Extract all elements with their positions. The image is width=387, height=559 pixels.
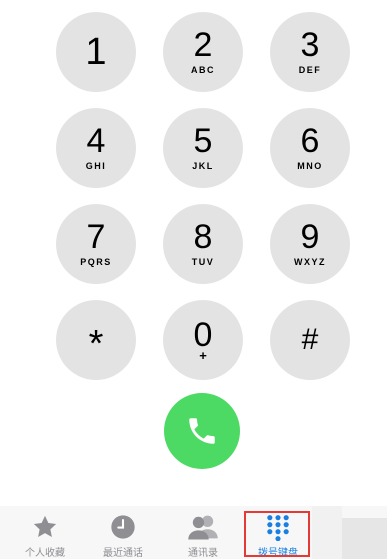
tab-label: 通讯录	[188, 548, 218, 559]
clock-icon	[109, 512, 137, 542]
key-2[interactable]: 2 ABC	[163, 12, 243, 92]
key-digit: 1	[85, 31, 107, 73]
key-digit: 6	[300, 122, 320, 160]
star-icon	[31, 512, 59, 542]
tab-recents[interactable]: 最近通话	[88, 506, 158, 559]
key-3[interactable]: 3 DEF	[270, 12, 350, 92]
phone-icon	[189, 418, 215, 444]
key-digit: *	[88, 323, 104, 365]
call-button[interactable]	[164, 393, 240, 469]
key-digit: 4	[86, 122, 106, 160]
key-letters: JKL	[192, 161, 214, 171]
tab-label: 个人收藏	[25, 548, 65, 559]
key-letters: MNO	[297, 161, 323, 171]
key-4[interactable]: 4 GHI	[56, 108, 136, 188]
key-digit: 2	[193, 26, 213, 64]
key-letters: GHI	[85, 161, 107, 171]
key-5[interactable]: 5 JKL	[163, 108, 243, 188]
tab-favorites[interactable]: 个人收藏	[10, 506, 80, 559]
key-digit: 8	[193, 218, 213, 256]
highlight-box	[244, 511, 310, 557]
key-digit: 7	[86, 218, 106, 256]
contacts-icon	[186, 512, 220, 542]
blur-patch	[312, 506, 342, 559]
key-hash[interactable]: #	[270, 300, 350, 380]
key-8[interactable]: 8 TUV	[163, 204, 243, 284]
tab-contacts[interactable]: 通讯录	[168, 506, 238, 559]
key-letters: PQRS	[80, 257, 112, 267]
key-plus: +	[199, 348, 207, 363]
key-1[interactable]: 1	[56, 12, 136, 92]
key-letters: DEF	[298, 65, 322, 75]
key-digit: 3	[300, 26, 320, 64]
key-star[interactable]: *	[56, 300, 136, 380]
key-digit: #	[301, 323, 319, 356]
phone-dialer-screen: 1 2 ABC 3 DEF 4 GHI 5 JKL 6 MNO 7 PQRS 8…	[0, 0, 387, 559]
key-digit: 5	[193, 122, 213, 160]
tab-label: 最近通话	[103, 548, 143, 559]
key-9[interactable]: 9 WXYZ	[270, 204, 350, 284]
key-0[interactable]: 0 +	[163, 300, 243, 380]
key-7[interactable]: 7 PQRS	[56, 204, 136, 284]
key-6[interactable]: 6 MNO	[270, 108, 350, 188]
key-letters: TUV	[191, 257, 215, 267]
key-letters: ABC	[191, 65, 215, 75]
key-digit: 0	[193, 316, 213, 354]
key-letters: WXYZ	[294, 257, 326, 267]
blur-patch	[342, 518, 387, 559]
key-digit: 9	[300, 218, 320, 256]
